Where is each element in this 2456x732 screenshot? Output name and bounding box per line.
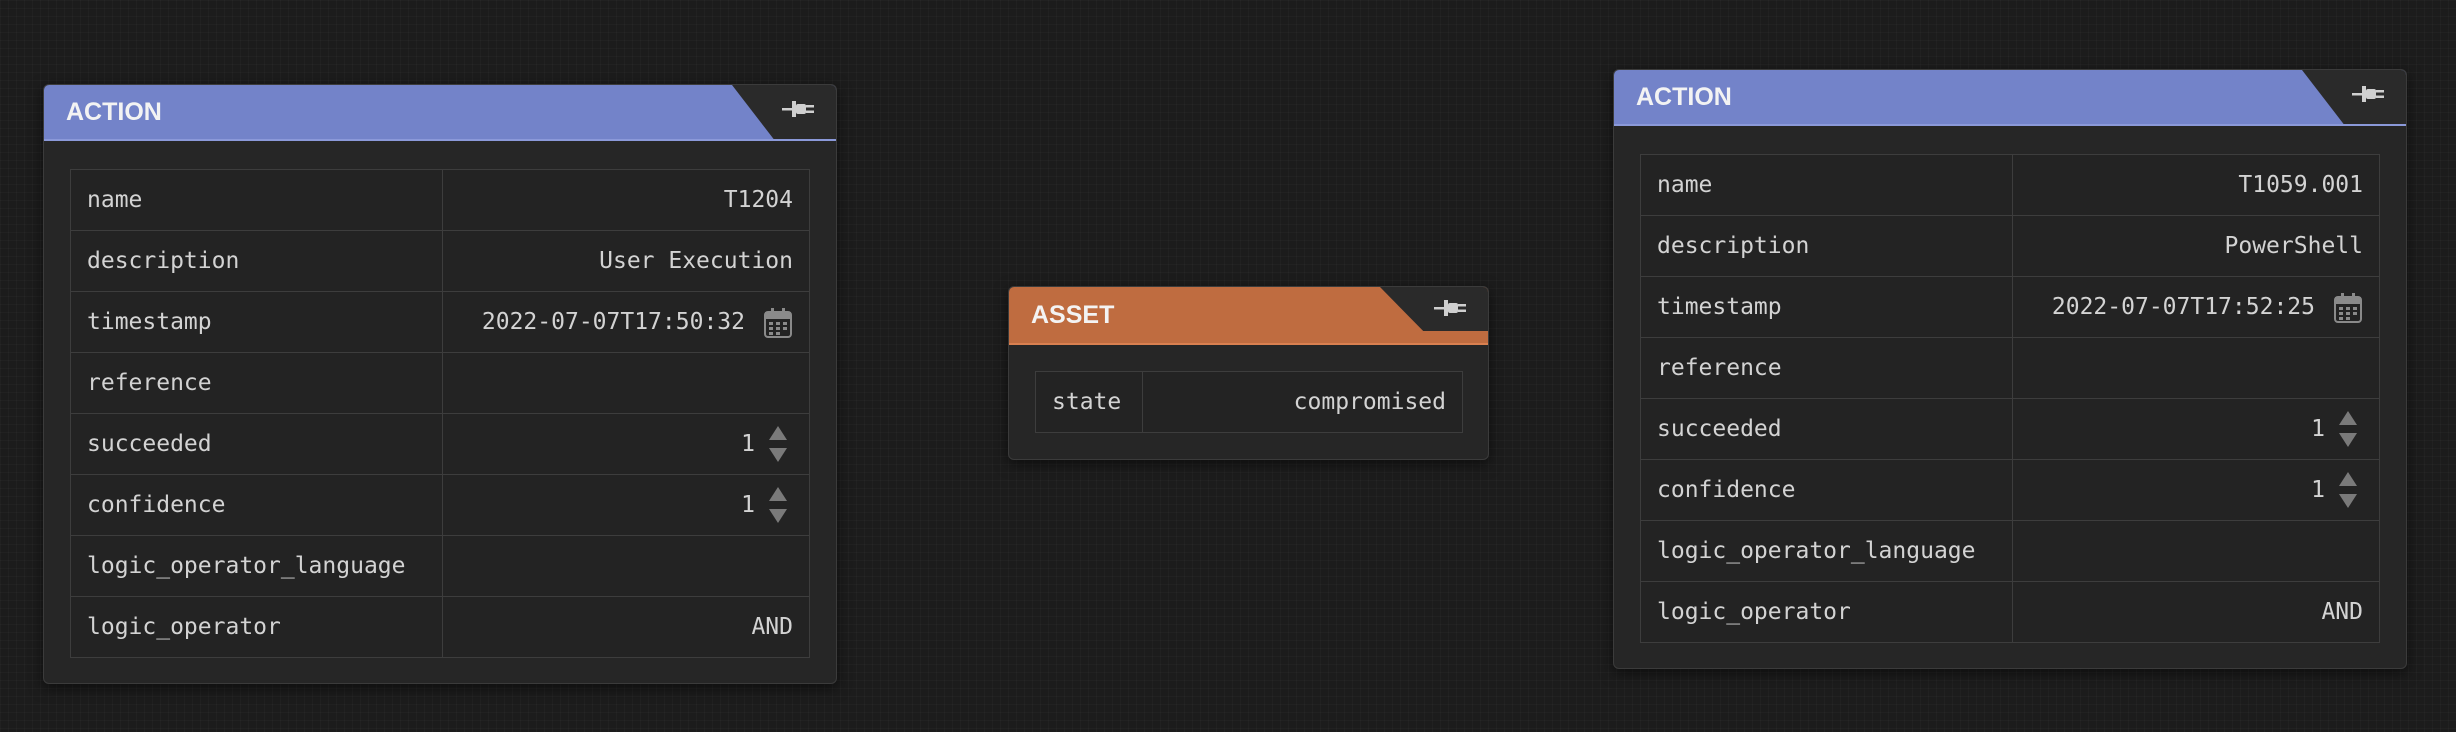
table-row: description User Execution [70, 230, 810, 292]
connector-handle[interactable] [1380, 287, 1488, 331]
calendar-icon[interactable] [2333, 292, 2363, 324]
connector-handle[interactable] [732, 85, 836, 139]
table-row: confidence 1 [70, 474, 810, 536]
description-field[interactable]: PowerShell [2012, 215, 2380, 277]
increment-arrow-icon[interactable] [2339, 472, 2357, 486]
property-key: confidence [70, 474, 443, 536]
confidence-stepper[interactable]: 1 [2012, 459, 2380, 521]
reference-field[interactable] [442, 352, 810, 414]
property-key: logic_operator_language [1640, 520, 2013, 582]
property-key: logic_operator [70, 596, 443, 658]
table-row: name T1059.001 [1640, 154, 2380, 216]
property-key: description [70, 230, 443, 292]
properties-table: state compromised [1035, 371, 1463, 433]
logic-operator-field[interactable]: AND [442, 596, 810, 658]
timestamp-field[interactable]: 2022-07-07T17:50:32 [442, 291, 810, 353]
property-key: reference [70, 352, 443, 414]
table-row: logic_operator AND [1640, 581, 2380, 643]
confidence-stepper[interactable]: 1 [442, 474, 810, 536]
name-field[interactable]: T1204 [442, 169, 810, 231]
calendar-icon[interactable] [763, 307, 793, 339]
increment-arrow-icon[interactable] [769, 426, 787, 440]
table-row: logic_operator_language [1640, 520, 2380, 582]
property-key: timestamp [70, 291, 443, 353]
property-key: reference [1640, 337, 2013, 399]
decrement-arrow-icon[interactable] [2339, 494, 2357, 508]
property-key: logic_operator_language [70, 535, 443, 597]
succeeded-stepper[interactable]: 1 [442, 413, 810, 475]
table-row: timestamp 2022-07-07T17:52:25 [1640, 276, 2380, 338]
properties-table: name T1204 description User Execution ti… [70, 169, 810, 658]
property-key: confidence [1640, 459, 2013, 521]
node-title: ACTION [66, 98, 162, 126]
decrement-arrow-icon[interactable] [769, 448, 787, 462]
node-title: ACTION [1636, 83, 1732, 111]
action-node-t1204[interactable]: ACTION name T1204 description User Execu… [43, 84, 837, 684]
property-key: name [70, 169, 443, 231]
reference-field[interactable] [2012, 337, 2380, 399]
logic-operator-field[interactable]: AND [2012, 581, 2380, 643]
node-header[interactable]: ACTION [44, 85, 836, 141]
property-key: description [1640, 215, 2013, 277]
table-row: description PowerShell [1640, 215, 2380, 277]
timestamp-field[interactable]: 2022-07-07T17:52:25 [2012, 276, 2380, 338]
table-row: succeeded 1 [1640, 398, 2380, 460]
table-row: reference [70, 352, 810, 414]
increment-arrow-icon[interactable] [769, 487, 787, 501]
asset-node[interactable]: ASSET state compromised [1008, 286, 1489, 460]
connector-handle[interactable] [2302, 70, 2406, 124]
stepper-arrows [769, 424, 789, 464]
stepper-arrows [769, 485, 789, 525]
table-row: logic_operator AND [70, 596, 810, 658]
property-key: state [1035, 371, 1143, 433]
description-field[interactable]: User Execution [442, 230, 810, 292]
node-title: ASSET [1031, 301, 1115, 329]
property-key: logic_operator [1640, 581, 2013, 643]
table-row: name T1204 [70, 169, 810, 231]
table-row: timestamp 2022-07-07T17:50:32 [70, 291, 810, 353]
table-row: reference [1640, 337, 2380, 399]
stepper-arrows [2339, 409, 2359, 449]
property-key: succeeded [1640, 398, 2013, 460]
property-key: name [1640, 154, 2013, 216]
plug-icon [2352, 86, 2384, 102]
logic-operator-language-field[interactable] [2012, 520, 2380, 582]
properties-table: name T1059.001 description PowerShell ti… [1640, 154, 2380, 643]
table-row: confidence 1 [1640, 459, 2380, 521]
decrement-arrow-icon[interactable] [2339, 433, 2357, 447]
table-row: succeeded 1 [70, 413, 810, 475]
table-row: state compromised [1035, 371, 1463, 433]
state-field[interactable]: compromised [1142, 371, 1463, 433]
action-node-t1059-001[interactable]: ACTION name T1059.001 description PowerS… [1613, 69, 2407, 669]
node-header[interactable]: ASSET [1009, 287, 1488, 345]
plug-icon [782, 101, 814, 117]
plug-icon [1434, 300, 1466, 316]
logic-operator-language-field[interactable] [442, 535, 810, 597]
stepper-arrows [2339, 470, 2359, 510]
table-row: logic_operator_language [70, 535, 810, 597]
property-key: succeeded [70, 413, 443, 475]
node-header[interactable]: ACTION [1614, 70, 2406, 126]
property-key: timestamp [1640, 276, 2013, 338]
name-field[interactable]: T1059.001 [2012, 154, 2380, 216]
succeeded-stepper[interactable]: 1 [2012, 398, 2380, 460]
increment-arrow-icon[interactable] [2339, 411, 2357, 425]
decrement-arrow-icon[interactable] [769, 509, 787, 523]
